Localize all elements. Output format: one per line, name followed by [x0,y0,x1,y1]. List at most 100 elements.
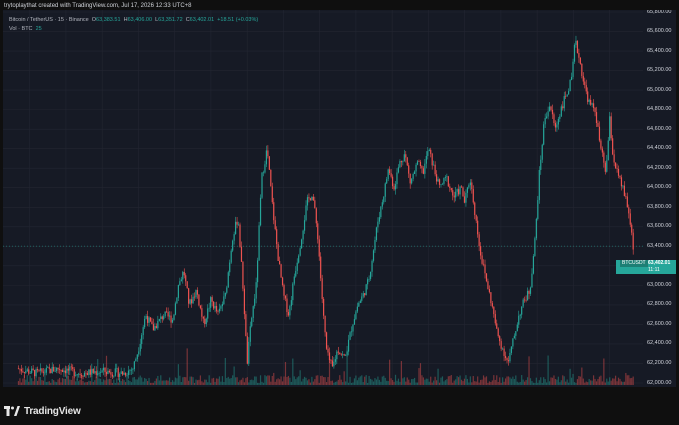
candle-body [440,184,442,186]
price-tick-label: 62,600.00 [647,320,672,327]
candle-body [157,320,159,329]
volume-bar [625,372,627,385]
volume-bar [396,380,398,385]
volume-bar [295,379,297,385]
price-chart[interactable] [3,10,676,387]
candle-body [496,323,498,329]
candle-body [101,370,103,373]
volume-bar [540,377,542,385]
volume-bar [217,378,219,385]
volume-bar [64,379,67,385]
candle-body [133,361,135,370]
volume-bar [463,378,466,385]
candle-body [170,315,172,323]
candle-body [600,140,602,149]
candle-body [626,196,628,208]
volume-bar [261,381,263,385]
price-tick-label: 65,400.00 [647,47,672,54]
candle-body [327,348,329,353]
volume-bar [415,382,417,385]
candle-body [177,285,179,298]
candle-body [215,305,218,312]
volume-bar [36,380,39,385]
candle-body [28,369,30,374]
volume-bar [274,381,276,385]
candle-body [437,179,439,182]
candle-body [384,183,386,197]
volume-bar [515,375,517,385]
candle-body [435,174,438,182]
chart-panel[interactable]: Bitcoin / TetherUS · 15 · Binance O63,38… [3,10,676,387]
volume-bar [481,379,483,385]
candle-body [355,311,357,320]
volume-bar [254,376,256,385]
candle-body [309,198,312,200]
candle-body [579,57,581,64]
candle-body [126,375,128,376]
volume-bar [170,382,172,385]
price-badge-countdown: 11:11 [648,267,660,273]
volume-bar [582,378,584,385]
candle-body [469,182,471,186]
candle-body [487,281,489,289]
volume-bar [604,382,606,385]
volume-bar [394,374,397,385]
volume-bar [488,381,491,385]
volume-bar [372,381,375,385]
volume-bar [188,380,190,385]
volume-bar [546,382,548,385]
candle-body [619,175,621,178]
volume-bar [565,381,567,385]
volume-bar [359,376,361,385]
tradingview-brand: TradingView [4,404,81,418]
volume-bar [400,361,402,385]
candle-body [531,273,533,288]
candle-body [262,172,265,174]
candle-body [311,196,313,200]
candle-body [223,296,225,305]
candle-body [585,85,587,92]
candle-body [230,250,232,263]
candle-body [217,311,219,312]
volume-bar [620,381,623,385]
legend-volume-row: Vol · BTC 25 [9,25,258,34]
volume-bar [553,375,555,385]
volume-bar [321,375,323,385]
candle-body [258,225,260,261]
volume-bar [226,378,228,385]
volume-bar [587,382,589,385]
volume-bar [158,380,160,385]
candle-body [271,186,273,203]
volume-bar [122,379,124,385]
candle-body [372,250,375,261]
volume-bar [528,356,530,385]
volume-bar [160,375,162,385]
volume-bar [287,375,290,385]
price-tick-label: 64,400.00 [647,145,672,152]
volume-bar [430,376,432,385]
volume-bar [167,380,169,385]
volume-bar [277,378,279,385]
volume-bar [447,376,449,385]
candle-body [408,165,410,174]
candle-body [361,296,363,301]
volume-bar [380,381,382,385]
candle-body [557,118,559,125]
candle-body [64,370,67,374]
candle-body [279,260,281,265]
volume-bar [453,380,455,385]
volume-bar [367,382,369,385]
candle-body [17,368,20,369]
candle-body [299,248,301,256]
candle-body [521,306,523,315]
volume-bar [340,379,342,385]
volume-bar [276,379,278,385]
volume-bar [47,381,49,385]
candle-body [573,44,576,62]
volume-bar [129,380,131,385]
volume-bar [48,381,50,385]
volume-bar [296,377,298,385]
candle-body [73,369,75,376]
volume-bar [298,376,300,385]
candle-body [438,179,441,185]
